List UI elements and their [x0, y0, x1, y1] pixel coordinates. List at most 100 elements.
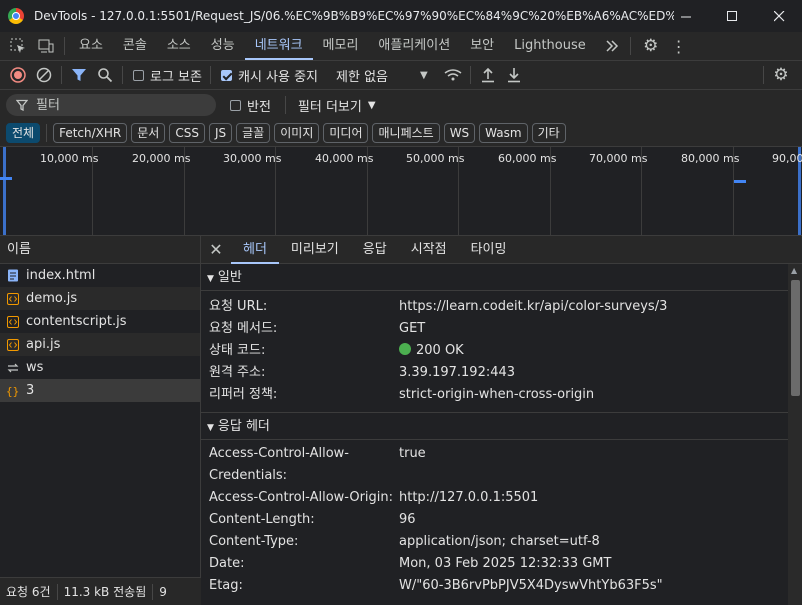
detail-scrollbar[interactable]: ▲	[788, 264, 802, 605]
header-name: 요청 URL:	[209, 299, 268, 314]
request-row[interactable]: ws	[0, 356, 200, 379]
clear-button[interactable]	[31, 62, 57, 88]
invert-checkbox[interactable]	[230, 99, 241, 111]
tab-7[interactable]: 보안	[460, 32, 504, 60]
request-row[interactable]: api.js	[0, 333, 200, 356]
tab-6[interactable]: 애플리케이션	[368, 32, 460, 60]
tab-2[interactable]: 소스	[157, 32, 201, 60]
device-icon	[38, 39, 54, 53]
divider	[469, 66, 471, 84]
inspect-element-button[interactable]	[4, 32, 32, 60]
filter-box[interactable]	[6, 94, 216, 116]
header-row: Etag: W/"60-3B6rvPbPJV5X4DyswVhtYb63F5s"	[201, 575, 802, 597]
detail-tab-1[interactable]: 미리보기	[279, 236, 351, 264]
type-filter-chip[interactable]: 이미지	[274, 123, 320, 143]
detail-tab-2[interactable]: 응답	[351, 236, 399, 264]
timeline-overview[interactable]: 10,000 ms 20,000 ms 30,000 ms 40,000 ms 50,0…	[0, 147, 802, 236]
filter-funnel-icon	[16, 99, 28, 111]
filter-input[interactable]	[36, 97, 196, 113]
network-conditions-button[interactable]	[440, 62, 466, 88]
divider	[122, 66, 123, 84]
header-name: Etag:	[209, 578, 243, 593]
type-filter-chip[interactable]: WS	[443, 123, 476, 143]
maximize-button[interactable]	[709, 0, 755, 32]
kebab-menu-icon: ⋮	[670, 36, 687, 56]
general-section-header[interactable]: ▼ 일반	[201, 264, 802, 291]
chevron-down-icon[interactable]: ▼	[368, 100, 376, 111]
close-window-button[interactable]	[756, 0, 802, 32]
maximize-icon	[726, 10, 737, 21]
detail-tab-4[interactable]: 타이밍	[459, 236, 519, 264]
disable-cache-checkbox[interactable]	[220, 69, 232, 81]
search-button[interactable]	[92, 62, 118, 88]
header-value[interactable]: 3.39.197.192:443	[399, 362, 515, 384]
record-button[interactable]	[5, 62, 31, 88]
tab-4[interactable]: 네트워크	[244, 32, 313, 60]
minimize-button[interactable]	[663, 0, 709, 32]
status-code[interactable]: 200 OK	[399, 340, 464, 362]
request-row[interactable]: {} 3	[0, 379, 200, 402]
wifi-settings-icon	[444, 69, 462, 81]
header-value[interactable]: strict-origin-when-cross-origin	[399, 384, 594, 406]
type-filter-chip[interactable]: 미디어	[323, 123, 369, 143]
scroll-up-icon[interactable]: ▲	[791, 266, 797, 275]
more-filters-dropdown[interactable]: 필터 더보기	[298, 96, 362, 115]
scrollbar-thumb[interactable]	[791, 280, 800, 396]
import-har-button[interactable]	[475, 62, 501, 88]
header-value[interactable]: http://127.0.0.1:5501	[399, 487, 538, 509]
filter-toggle-button[interactable]	[66, 62, 92, 88]
type-filter-chip[interactable]: 글꼴	[236, 123, 271, 143]
name-column-header[interactable]: 이름	[0, 236, 200, 264]
type-filter-chip[interactable]: 문서	[131, 123, 166, 143]
device-toolbar-button[interactable]	[32, 32, 60, 60]
preserve-log-checkbox[interactable]	[133, 69, 144, 81]
more-options-button[interactable]: ⋮	[665, 32, 693, 60]
header-value[interactable]: https://learn.codeit.kr/api/color-survey…	[399, 296, 667, 318]
header-value[interactable]: 96	[399, 509, 416, 531]
type-filter-chip[interactable]: CSS	[169, 123, 205, 143]
search-icon	[98, 68, 113, 83]
header-value[interactable]: application/json; charset=utf-8	[399, 531, 600, 553]
type-filter-chip[interactable]: Fetch/XHR	[53, 123, 128, 143]
header-value[interactable]: W/"60-3B6rvPbPJV5X4DyswVhtYb63F5s"	[399, 575, 663, 597]
request-row[interactable]: contentscript.js	[0, 310, 200, 333]
throttling-select[interactable]: 제한 없음	[336, 66, 388, 85]
request-row[interactable]: index.html	[0, 264, 200, 287]
type-filter-chip[interactable]: 전체	[6, 123, 41, 143]
header-value[interactable]: Mon, 03 Feb 2025 12:32:33 GMT	[399, 553, 611, 575]
header-value[interactable]: true	[399, 443, 426, 465]
detail-tab-3[interactable]: 시작점	[399, 236, 459, 264]
close-detail-button[interactable]: ✕	[201, 240, 231, 259]
network-settings-button[interactable]: ⚙	[768, 62, 794, 88]
header-value[interactable]: GET	[399, 318, 425, 340]
response-headers-section-header[interactable]: ▼ 응답 헤더	[201, 413, 802, 440]
request-name: index.html	[26, 268, 96, 283]
type-filter-chip[interactable]: 기타	[531, 123, 566, 143]
type-filter-chip[interactable]: Wasm	[479, 123, 528, 143]
tab-5[interactable]: 메모리	[313, 32, 369, 60]
type-filter-chip[interactable]: 매니페스트	[372, 123, 440, 143]
export-har-button[interactable]	[501, 62, 527, 88]
tab-1[interactable]: 콘솔	[113, 32, 157, 60]
main-tab-bar: 요소 콘솔 소스 성능 네트워크 메모리 애플리케이션 보안 Lighthouse ⚙ ⋮	[0, 32, 802, 61]
request-name: contentscript.js	[26, 314, 127, 329]
header-name: Access-Control-Allow-	[209, 446, 349, 461]
chrome-logo-icon	[8, 8, 24, 24]
throttling-dropdown-icon[interactable]: ▼	[420, 70, 428, 81]
request-row[interactable]: demo.js	[0, 287, 200, 310]
request-count: 요청 6건	[6, 585, 51, 599]
more-tabs-button[interactable]	[598, 32, 626, 60]
tab-0[interactable]: 요소	[69, 32, 113, 60]
request-name: ws	[26, 360, 44, 375]
type-filter-chip[interactable]: JS	[208, 123, 233, 143]
detail-tab-0[interactable]: 헤더	[231, 236, 279, 264]
request-detail-pane: ✕ 헤더 미리보기 응답 시작점 타이밍 ▼ 일반 요청 URL: https://lear…	[201, 236, 802, 605]
tab-8[interactable]: Lighthouse	[504, 32, 596, 60]
header-name: Credentials:	[209, 468, 288, 483]
resource-type-filters: 전체 Fetch/XHR 문서 CSS JS 글꼴 이미지 미디어 매니페스트 WS Wasm 기타	[0, 120, 802, 147]
tab-3[interactable]: 성능	[201, 32, 245, 60]
timeline-request-mark	[0, 177, 12, 180]
settings-button[interactable]: ⚙	[637, 32, 665, 60]
triangle-down-icon: ▼	[207, 274, 214, 284]
header-row: Content-Type: application/json; charset=u…	[201, 531, 802, 553]
